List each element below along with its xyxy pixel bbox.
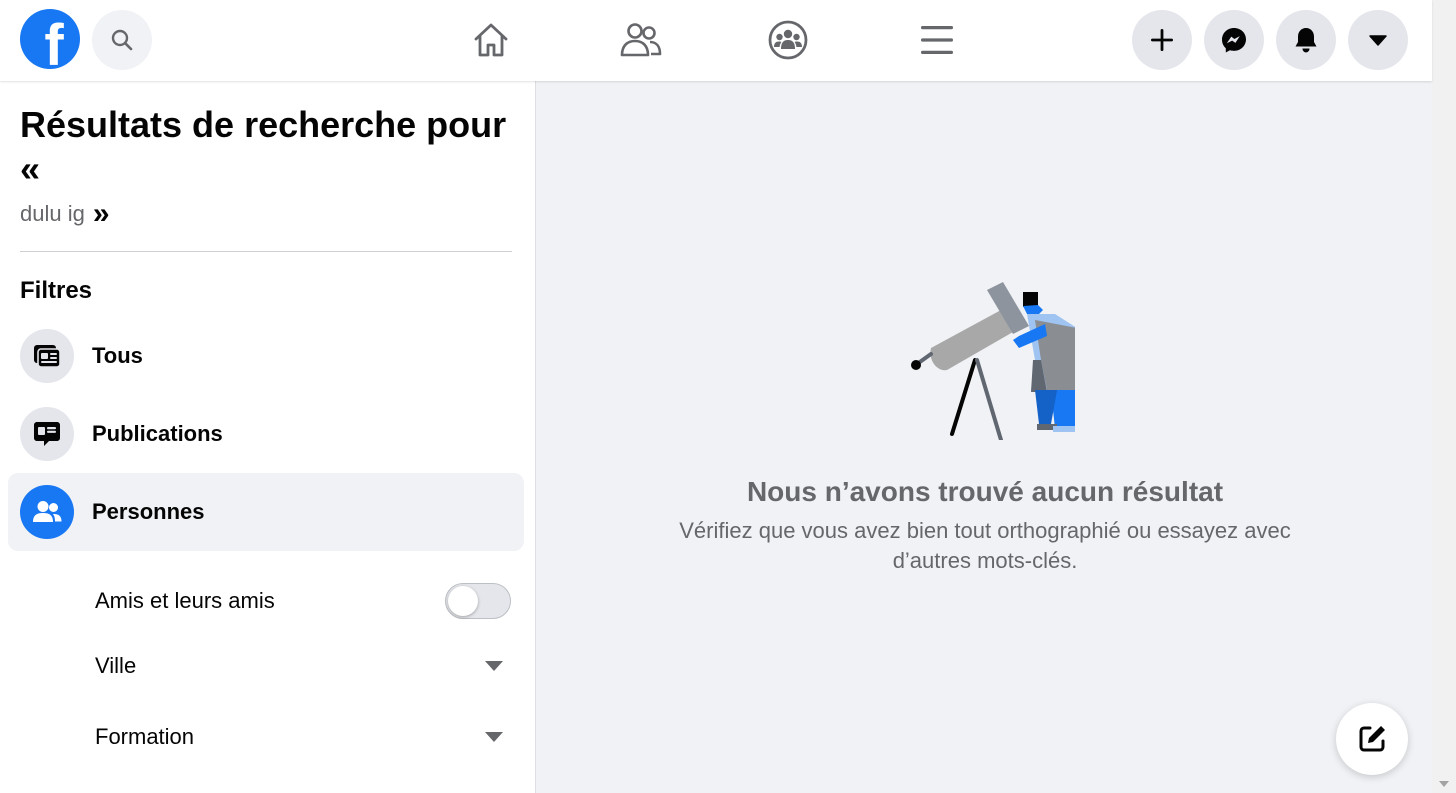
create-button[interactable] xyxy=(1132,10,1192,70)
education-filter-label: Formation xyxy=(95,724,195,749)
telescope-person-illustration xyxy=(911,282,1075,440)
search-query-line: dulu ig » xyxy=(20,199,110,229)
sub-filter-city[interactable]: Ville xyxy=(95,641,515,691)
nav-home-button[interactable] xyxy=(461,13,521,67)
bell-icon xyxy=(1295,28,1317,53)
messenger-button[interactable] xyxy=(1204,10,1264,70)
scroll-down-arrow-icon[interactable] xyxy=(1439,781,1449,787)
cards-icon xyxy=(34,345,61,368)
city-filter-label: Ville xyxy=(95,653,137,678)
city-dropdown-caret-icon xyxy=(485,661,503,671)
notifications-button[interactable] xyxy=(1276,10,1336,70)
account-menu-button[interactable] xyxy=(1348,10,1408,70)
close-quote: » xyxy=(92,197,110,230)
filter-posts-icon-wrap xyxy=(20,407,74,461)
messenger-icon xyxy=(1222,28,1246,53)
filter-posts[interactable]: Publications xyxy=(8,395,524,473)
filters-heading: Filtres xyxy=(20,277,93,304)
caret-down-icon xyxy=(1369,35,1387,46)
search-title-text: Résultats de recherche pour xyxy=(20,104,507,145)
search-icon xyxy=(111,29,133,51)
groups-icon xyxy=(768,20,808,60)
friends-icon xyxy=(620,23,662,57)
post-bubble-icon xyxy=(34,422,60,446)
plus-icon xyxy=(1151,29,1173,51)
people-icon xyxy=(33,501,62,522)
filter-people[interactable]: Personnes xyxy=(8,473,524,551)
filter-posts-label: Publications xyxy=(92,421,223,446)
education-dropdown-caret-icon xyxy=(485,732,503,742)
compose-icon xyxy=(1359,726,1385,752)
search-query-text: dulu ig xyxy=(20,201,85,226)
page-scrollbar[interactable] xyxy=(1432,0,1456,793)
facebook-logo-letter: f xyxy=(44,13,64,70)
nav-menu-button[interactable] xyxy=(907,13,967,67)
no-results-subtitle: Vérifiez que vous avez bien tout orthogr… xyxy=(679,518,1291,573)
friends-of-friends-label: Amis et leurs amis xyxy=(95,588,275,613)
open-quote: « xyxy=(20,148,41,189)
filter-people-label: Personnes xyxy=(92,499,205,524)
no-results-title: Nous n’avons trouvé aucun résultat xyxy=(746,476,1224,507)
friends-of-friends-toggle[interactable] xyxy=(445,583,511,619)
sub-filter-friends: Amis et leurs amis xyxy=(95,576,515,626)
home-icon xyxy=(474,23,508,57)
search-filters-panel: Résultats de recherche pour « dulu ig » … xyxy=(0,81,536,793)
facebook-logo[interactable]: f xyxy=(20,9,80,69)
filter-all[interactable]: Tous xyxy=(8,317,524,395)
filter-all-icon-wrap xyxy=(20,329,74,383)
nav-groups-button[interactable] xyxy=(758,13,818,67)
filter-all-label: Tous xyxy=(92,343,143,368)
top-navigation-bar: f xyxy=(0,0,1432,81)
filter-people-icon-wrap xyxy=(20,485,74,539)
nav-friends-button[interactable] xyxy=(611,13,671,67)
sub-filter-education[interactable]: Formation xyxy=(95,712,515,762)
panel-divider xyxy=(20,251,512,252)
search-results-title: Résultats de recherche pour « xyxy=(20,103,520,191)
new-message-button[interactable] xyxy=(1336,703,1408,775)
no-results-empty-state: Nous n’avons trouvé aucun résultat Vérif… xyxy=(560,280,1410,576)
menu-icon xyxy=(921,26,953,54)
toggle-knob xyxy=(448,586,478,616)
search-button[interactable] xyxy=(92,10,152,70)
